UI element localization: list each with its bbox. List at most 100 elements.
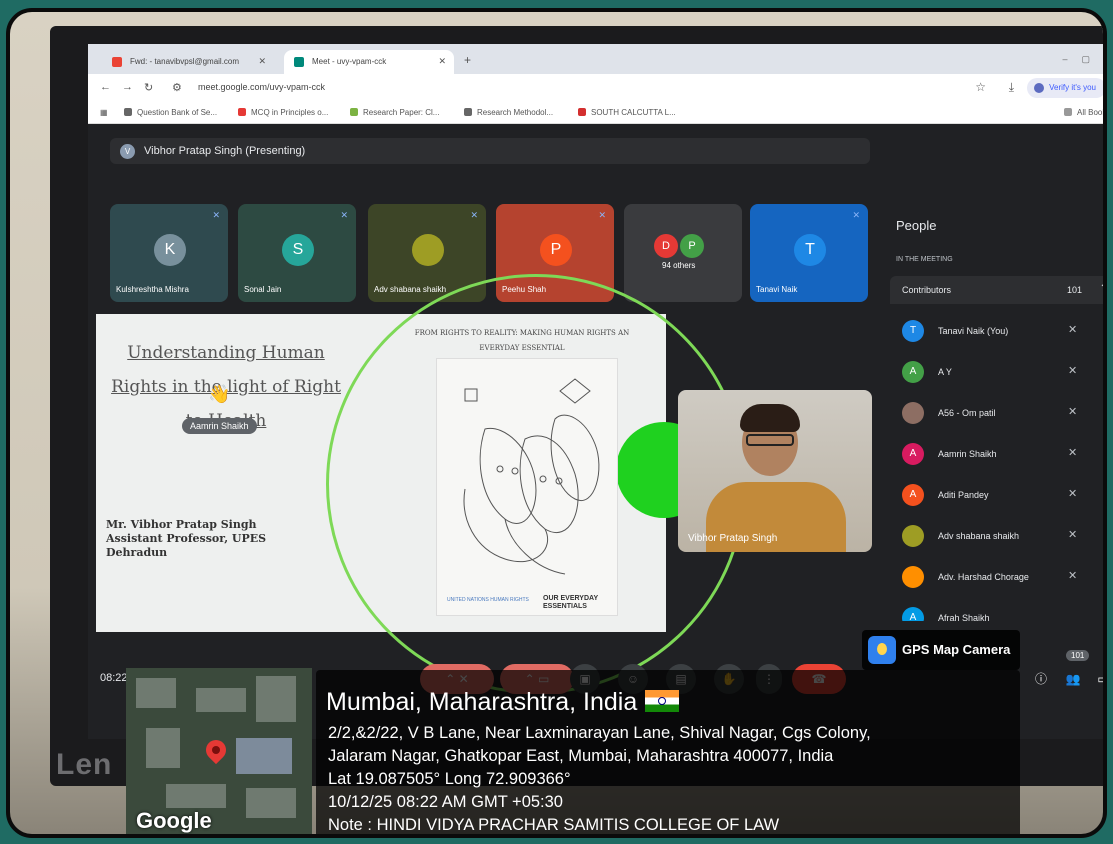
person-name: Afrah Shaikh xyxy=(938,613,990,621)
reload-icon[interactable]: ↻ xyxy=(144,81,153,94)
chevron-up-icon[interactable]: ⌃ xyxy=(1100,283,1103,294)
more-options-icon[interactable]: ⋮ xyxy=(1102,404,1103,418)
map-building xyxy=(136,678,176,708)
location-title: Mumbai, Maharashtra, India xyxy=(326,688,680,717)
tab-gmail[interactable]: Fwd: - tanavibvpsl@gmail.com ✕ xyxy=(102,50,274,74)
slide-author: Mr. Vibhor Pratap Singh Assistant Profes… xyxy=(106,518,266,560)
google-logo: Google xyxy=(136,808,212,833)
people-icon[interactable]: 👥 xyxy=(1060,664,1086,694)
mic-off-icon: ✕ xyxy=(212,210,220,220)
caption-line: ESSENTIALS xyxy=(543,603,587,610)
india-flag-icon xyxy=(645,690,680,712)
mic-off-icon: ✕ xyxy=(1068,406,1078,418)
participant-name: Kulshreshtha Mishra xyxy=(116,285,189,294)
map-building xyxy=(196,688,246,712)
list-item[interactable]: A Afrah Shaikh xyxy=(902,601,1103,621)
bookmark-label: All Bookm xyxy=(1077,108,1107,117)
presenter-camera-tile[interactable]: Vibhor Pratap Singh xyxy=(678,390,872,552)
author-line: Dehradun xyxy=(106,546,168,559)
meeting-time: 08:22 xyxy=(100,672,128,684)
group-count: 101 xyxy=(1066,285,1082,295)
bookmark-item[interactable]: Research Paper: Cl... xyxy=(350,108,439,117)
list-item[interactable]: A56 - Om patil ✕ ⋮ xyxy=(902,396,1103,436)
bookmark-star-icon[interactable]: ☆ xyxy=(975,80,986,94)
slide-right-heading: FROM RIGHTS TO REALITY: MAKING HUMAN RIG… xyxy=(392,326,652,356)
profile-avatar xyxy=(1034,83,1045,93)
more-options-icon[interactable]: ⋮ xyxy=(1102,486,1103,500)
participant-name: Sonal Jain xyxy=(244,285,282,294)
person-name: A Y xyxy=(938,367,952,377)
back-icon[interactable]: ← xyxy=(100,81,111,93)
bookmark-item[interactable]: Question Bank of Se... xyxy=(124,108,217,117)
location-pin-icon xyxy=(201,735,231,765)
apps-icon[interactable]: ▦ xyxy=(100,108,108,117)
list-item[interactable]: Adv. Harshad Chorage ✕ ⋮ xyxy=(902,560,1103,600)
close-icon[interactable]: ✕ xyxy=(258,56,266,67)
gps-camera-app-icon xyxy=(868,636,896,664)
info-icon[interactable]: ⓘ xyxy=(1028,664,1054,694)
poster-caption: OUR EVERYDAY ESSENTIALS xyxy=(543,595,598,611)
avatar: D xyxy=(654,234,678,258)
chat-icon[interactable]: ▭ xyxy=(1090,664,1103,694)
participant-tile[interactable]: K ✕ Kulshreshtha Mishra xyxy=(110,204,228,302)
avatar: A xyxy=(902,484,924,506)
tab-meet[interactable]: Meet - uvy-vpam-cck ✕ xyxy=(284,50,454,74)
bookmark-item[interactable]: MCQ in Principles o... xyxy=(238,108,328,117)
gps-camera-badge: GPS Map Camera xyxy=(862,630,1020,670)
verify-profile-button[interactable]: Verify it's you xyxy=(1027,78,1103,98)
map-building xyxy=(236,738,292,774)
location-title-text: Mumbai, Maharashtra, India xyxy=(326,688,638,716)
others-tile[interactable]: D P 94 others xyxy=(624,204,742,302)
participant-tile[interactable]: S ✕ Sonal Jain xyxy=(238,204,356,302)
download-icon[interactable]: ⤓ xyxy=(1009,80,1014,95)
more-options-icon[interactable]: ⋮ xyxy=(1102,527,1103,541)
avatar: T xyxy=(902,320,924,342)
list-item[interactable]: Adv shabana shaikh ✕ ⋮ xyxy=(902,519,1103,559)
person-name: A56 - Om patil xyxy=(938,408,996,418)
monitor-brand-logo: Len xyxy=(56,748,113,781)
forward-icon[interactable]: → xyxy=(122,81,133,93)
map-building xyxy=(166,784,226,808)
tab-label: Meet - uvy-vpam-cck xyxy=(312,57,387,66)
avatar: A xyxy=(902,443,924,465)
bookmark-label: Research Paper: Cl... xyxy=(363,108,440,117)
new-tab-button[interactable]: + xyxy=(464,53,471,67)
coordinates: Lat 19.087505° Long 72.909366° xyxy=(328,770,571,788)
close-icon[interactable]: ✕ xyxy=(438,56,446,67)
window-controls[interactable]: –▢ xyxy=(1062,54,1103,65)
participant-tile[interactable]: T ✕ Tanavi Naik xyxy=(750,204,868,302)
browser-tab-bar: Fwd: - tanavibvpsl@gmail.com ✕ Meet - uv… xyxy=(88,44,1103,74)
all-bookmarks-item[interactable]: All Bookm xyxy=(1064,108,1107,117)
more-options-icon[interactable]: ⋮ xyxy=(1102,363,1103,377)
in-meeting-label: IN THE MEETING xyxy=(896,256,953,263)
url-input[interactable]: meet.google.com/uvy-vpam-cck xyxy=(198,82,325,92)
group-label: Contributors xyxy=(902,285,952,295)
list-item[interactable]: A Aditi Pandey ✕ ⋮ xyxy=(902,478,1103,518)
more-options-icon[interactable]: ⋮ xyxy=(1102,568,1103,582)
caption-line: OUR EVERYDAY xyxy=(543,595,599,602)
list-item[interactable]: T Tanavi Naik (You) ✕ ⋮ xyxy=(902,314,1103,354)
site-info-icon[interactable]: ⚙ xyxy=(172,81,182,94)
avatar: P xyxy=(680,234,704,258)
heading-line: FROM RIGHTS TO REALITY: MAKING HUMAN RIG… xyxy=(414,329,630,337)
contributors-group[interactable]: Contributors 101 ⌃ xyxy=(890,276,1103,304)
mic-off-icon: ✕ xyxy=(1068,324,1078,336)
avatar xyxy=(902,525,924,547)
line-art-faces-icon xyxy=(463,378,600,575)
map-building xyxy=(246,788,296,818)
gmail-icon xyxy=(112,57,122,67)
more-options-icon[interactable]: ⋮ xyxy=(1102,322,1103,336)
bookmark-label: SOUTH CALCUTTA L... xyxy=(591,108,676,117)
tab-label: Fwd: - tanavibvpsl@gmail.com xyxy=(130,57,240,66)
address-line: Jalaram Nagar, Ghatkopar East, Mumbai, M… xyxy=(328,747,834,765)
more-options-icon[interactable]: ⋮ xyxy=(1102,445,1103,459)
list-item[interactable]: A Aamrin Shaikh ✕ ⋮ xyxy=(902,437,1103,477)
close-icon[interactable]: ✕ xyxy=(1102,216,1103,233)
presenting-label: Vibhor Pratap Singh (Presenting) xyxy=(144,145,306,157)
bookmark-item[interactable]: SOUTH CALCUTTA L... xyxy=(578,108,676,117)
list-item[interactable]: A A Y ✕ ⋮ xyxy=(902,355,1103,395)
avatar xyxy=(902,402,924,424)
bookmark-item[interactable]: Research Methodol... xyxy=(464,108,553,117)
address-line: 2/2,&2/22, V B Lane, Near Laxminarayan L… xyxy=(328,724,871,742)
participant-count-badge: 101 xyxy=(1066,650,1090,661)
